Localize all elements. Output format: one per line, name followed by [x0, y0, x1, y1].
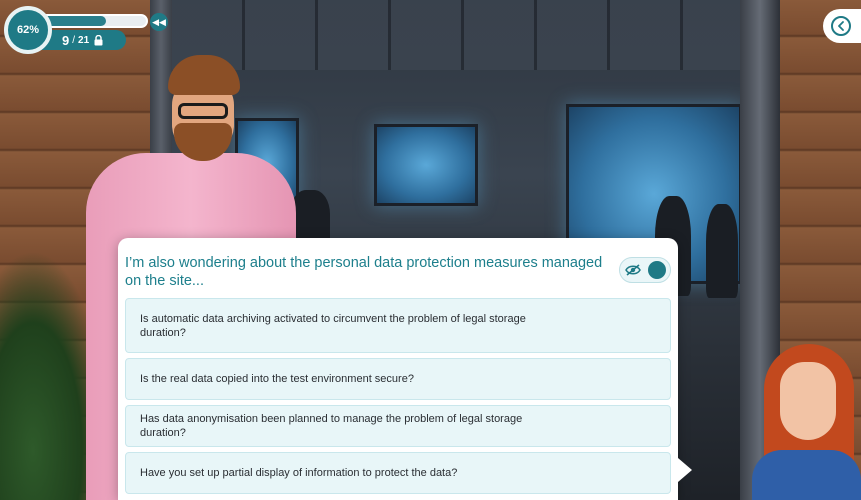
progress-bar: [40, 14, 148, 28]
back-button[interactable]: [823, 9, 861, 43]
progress-percent: 62%: [16, 24, 40, 36]
woman-jacket: [752, 450, 861, 500]
answer-option-text: Have you set up partial display of infor…: [140, 467, 458, 479]
dialog-panel: I’m also wondering about the personal da…: [118, 238, 678, 500]
progress-bar-fill: [42, 16, 107, 26]
man-hair: [168, 55, 240, 95]
dialog-question: I’m also wondering about the personal da…: [125, 255, 603, 289]
answer-option[interactable]: Has data anonymisation been planned to m…: [125, 405, 671, 447]
eye-off-icon: [624, 261, 642, 279]
answer-option[interactable]: Have you set up partial display of infor…: [125, 452, 671, 494]
man-glasses: [178, 103, 228, 119]
chevron-left-icon: [831, 16, 851, 36]
progress-ring: 62%: [4, 6, 52, 54]
answer-option-text: Is the real data copied into the test en…: [140, 373, 414, 385]
answer-option[interactable]: Is the real data copied into the test en…: [125, 358, 671, 400]
woman-face: [780, 362, 836, 440]
rewind-button[interactable]: ◀◀: [150, 13, 168, 31]
toggle-knob: [648, 261, 666, 279]
lock-icon: [94, 34, 103, 46]
background-person: [706, 204, 738, 298]
answer-option-text: Is automatic data archiving activated to…: [140, 312, 526, 339]
hide-dialog-toggle[interactable]: [619, 257, 671, 283]
wall-monitor-center: [374, 124, 478, 206]
dialog-pointer: [678, 458, 692, 482]
answer-option-text: Has data anonymisation been planned to m…: [140, 413, 523, 439]
answer-option[interactable]: Is automatic data archiving activated to…: [125, 298, 671, 353]
step-separator: /: [72, 34, 76, 46]
rewind-icon: ◀◀: [152, 16, 166, 27]
answer-options: Is automatic data archiving activated to…: [125, 298, 671, 499]
step-current: 9: [62, 32, 70, 48]
step-counter: 9 / 21: [40, 30, 126, 50]
character-woman: [752, 340, 861, 500]
step-total: 21: [78, 34, 90, 46]
